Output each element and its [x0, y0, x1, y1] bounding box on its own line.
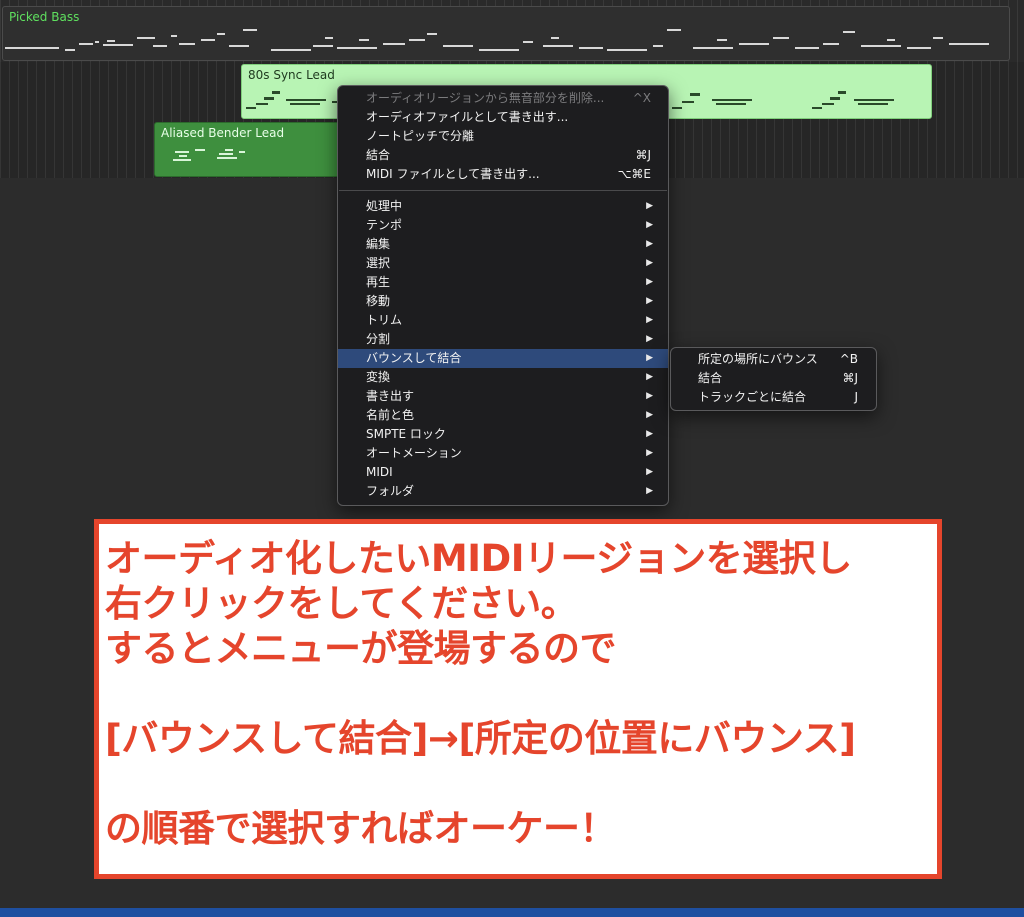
instruction-line [105, 761, 937, 806]
submenu-arrow-icon: ▶ [646, 220, 653, 230]
region-picked-bass[interactable]: Picked Bass [2, 6, 1010, 61]
menu-item-playback[interactable]: 再生 ▶ [338, 273, 668, 292]
submenu-arrow-icon: ▶ [646, 296, 653, 306]
menu-item-folder[interactable]: フォルダ ▶ [338, 482, 668, 501]
menu-item-split[interactable]: 分割 ▶ [338, 330, 668, 349]
bounce-submenu: 所定の場所にバウンス ^B 結合 ⌘J トラックごとに結合 J [670, 347, 877, 411]
submenu-arrow-icon: ▶ [646, 353, 653, 363]
submenu-arrow-icon: ▶ [646, 201, 653, 211]
menu-item-bounce-and-join[interactable]: バウンスして結合 ▶ [338, 349, 668, 368]
menu-item-midi[interactable]: MIDI ▶ [338, 463, 668, 482]
menu-item-name-and-color[interactable]: 名前と色 ▶ [338, 406, 668, 425]
menu-item-strip-silence[interactable]: オーディオリージョンから無音部分を削除... ^X [338, 89, 668, 108]
submenu-item-join-per-track[interactable]: トラックごとに結合 J [671, 388, 876, 407]
submenu-arrow-icon: ▶ [646, 372, 653, 382]
menu-item-edit[interactable]: 編集 ▶ [338, 235, 668, 254]
midi-notes [5, 29, 989, 51]
submenu-arrow-icon: ▶ [646, 258, 653, 268]
submenu-arrow-icon: ▶ [646, 315, 653, 325]
menu-item-export-audio[interactable]: オーディオファイルとして書き出す... [338, 108, 668, 127]
menu-item-tempo[interactable]: テンポ ▶ [338, 216, 668, 235]
submenu-arrow-icon: ▶ [646, 448, 653, 458]
instruction-line: するとメニューが登場するので [105, 627, 617, 670]
submenu-arrow-icon: ▶ [646, 486, 653, 496]
menu-item-select[interactable]: 選択 ▶ [338, 254, 668, 273]
menu-item-export-midi[interactable]: MIDI ファイルとして書き出す... ⌥⌘E [338, 165, 668, 184]
instruction-line: の順番で選択すればオーケー！ [105, 807, 617, 850]
region-title: Picked Bass [9, 10, 80, 24]
instruction-line [105, 671, 937, 716]
submenu-arrow-icon: ▶ [646, 239, 653, 249]
instruction-box: オーディオ化したいMIDIリージョンを選択し 右クリックをしてください。 すると… [94, 519, 942, 879]
menu-item-smpte-lock[interactable]: SMPTE ロック ▶ [338, 425, 668, 444]
menu-item-trim[interactable]: トリム ▶ [338, 311, 668, 330]
menu-separator [339, 190, 667, 191]
instruction-line: オーディオ化したいMIDIリージョンを選択し [105, 537, 852, 580]
instruction-line: [バウンスして結合]→[所定の位置にバウンス] [105, 717, 856, 760]
midi-notes [173, 149, 245, 161]
menu-item-separate-by-pitch[interactable]: ノートピッチで分離 [338, 127, 668, 146]
region-aliased-bender-lead[interactable]: Aliased Bender Lead [154, 122, 342, 177]
submenu-arrow-icon: ▶ [646, 429, 653, 439]
menu-item-convert[interactable]: 変換 ▶ [338, 368, 668, 387]
submenu-arrow-icon: ▶ [646, 467, 653, 477]
bottom-scroll-bar [0, 908, 1024, 917]
submenu-arrow-icon: ▶ [646, 277, 653, 287]
submenu-item-join[interactable]: 結合 ⌘J [671, 369, 876, 388]
submenu-arrow-icon: ▶ [646, 410, 653, 420]
submenu-item-bounce-in-place[interactable]: 所定の場所にバウンス ^B [671, 350, 876, 369]
instruction-line: 右クリックをしてください。 [105, 582, 578, 625]
menu-item-move[interactable]: 移動 ▶ [338, 292, 668, 311]
menu-item-export[interactable]: 書き出す ▶ [338, 387, 668, 406]
menu-item-automation[interactable]: オートメーション ▶ [338, 444, 668, 463]
submenu-arrow-icon: ▶ [646, 391, 653, 401]
region-title: Aliased Bender Lead [161, 126, 285, 140]
context-menu: オーディオリージョンから無音部分を削除... ^X オーディオファイルとして書き… [337, 85, 669, 506]
submenu-arrow-icon: ▶ [646, 334, 653, 344]
menu-item-join[interactable]: 結合 ⌘J [338, 146, 668, 165]
region-title: 80s Sync Lead [248, 68, 335, 82]
menu-item-processing[interactable]: 処理中 ▶ [338, 197, 668, 216]
